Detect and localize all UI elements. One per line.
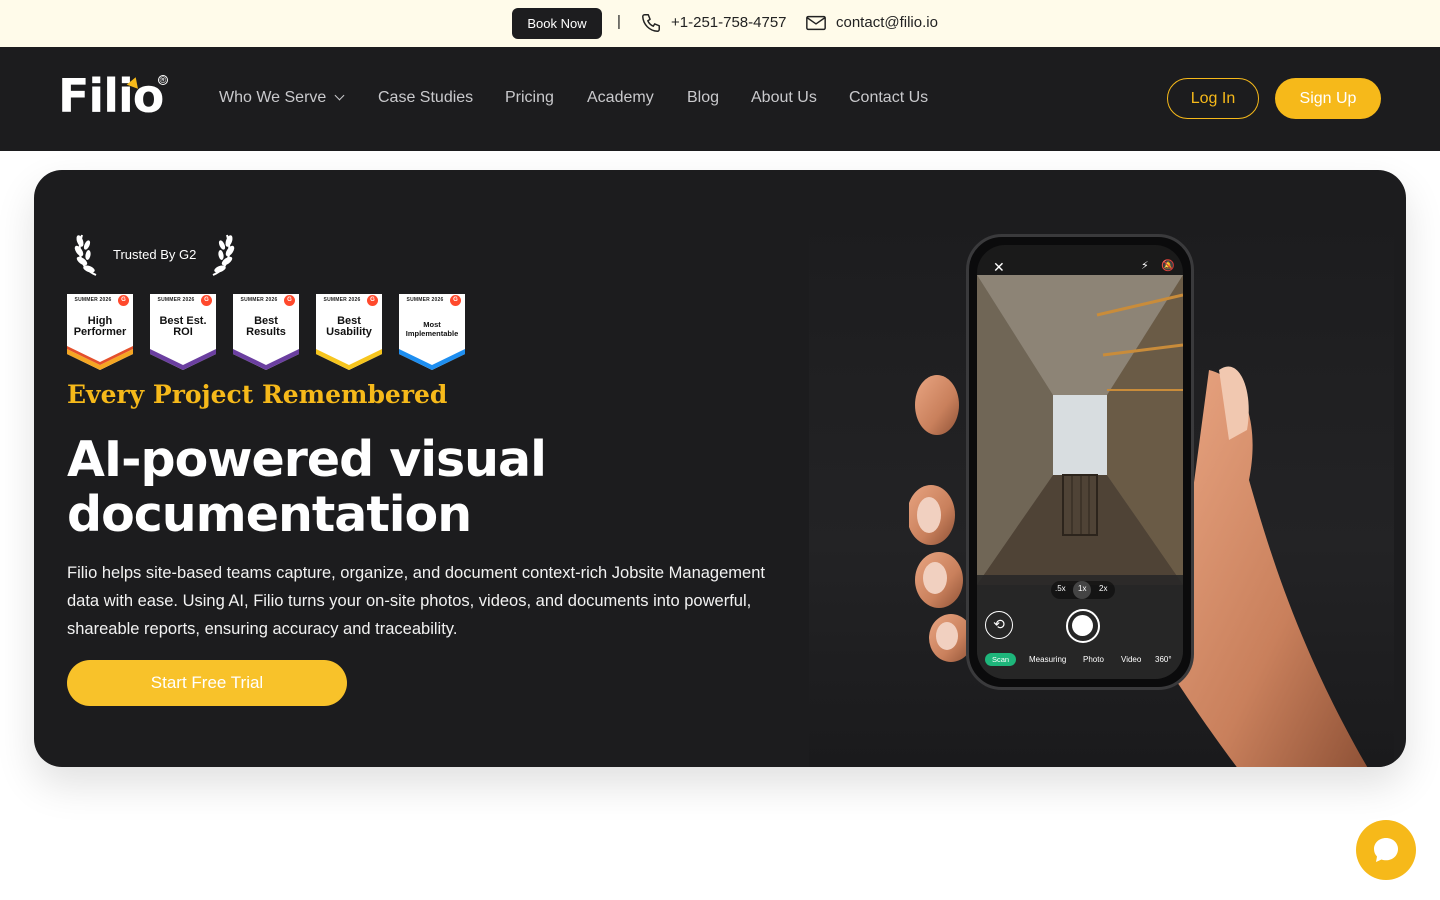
hero-description: Filio helps site-based teams capture, or…: [67, 564, 765, 638]
mode-scan[interactable]: Scan: [985, 653, 1016, 666]
badge-title: Most Implementable: [405, 320, 459, 338]
mode-photo[interactable]: Photo: [1083, 655, 1104, 664]
nav-about-us[interactable]: About Us: [751, 89, 817, 107]
mail-icon: [806, 15, 826, 31]
nav-case-studies[interactable]: Case Studies: [378, 89, 473, 107]
chat-widget-button[interactable]: [1356, 820, 1416, 880]
mode-measuring[interactable]: Measuring: [1029, 655, 1066, 664]
phone-icon: [642, 14, 660, 32]
hero-eyebrow: Every Project Remembered: [67, 380, 448, 409]
g2-logo-icon: G: [284, 295, 295, 306]
nav-academy[interactable]: Academy: [587, 89, 654, 107]
hero-phone-image: ✕ ⚡ 🔕 .5x 1x 2x ⟲ Scan Measuring Photo V…: [809, 210, 1394, 767]
phone-frame: ✕ ⚡ 🔕 .5x 1x 2x ⟲ Scan Measuring Photo V…: [966, 234, 1194, 690]
main-nav: Filio ® Who We Serve Case Studies Pricin…: [0, 47, 1440, 151]
g2-logo-icon: G: [201, 295, 212, 306]
badge-title: Best Results: [246, 315, 286, 338]
chat-icon: [1374, 838, 1398, 862]
filio-logo[interactable]: Filio ®: [58, 69, 170, 123]
g2-badge-best-results: SUMMER 2026 G Best Results: [233, 294, 299, 370]
g2-badge-best-usability: SUMMER 2026 G Best Usability: [316, 294, 382, 370]
mute-icon[interactable]: 🔕: [1161, 259, 1175, 272]
badge-season: SUMMER 2026: [240, 297, 278, 303]
nav-who-we-serve-label: Who We Serve: [219, 89, 327, 106]
badge-season: SUMMER 2026: [323, 297, 361, 303]
g2-badge-most-implementable: SUMMER 2026 G Most Implementable: [399, 294, 465, 370]
g2-badge-best-est-roi: SUMMER 2026 G Best Est. ROI: [150, 294, 216, 370]
logo-wordmark: Filio: [58, 69, 164, 123]
g2-logo-icon: G: [118, 295, 129, 306]
announcement-bar: Book Now | +1-251-758-4757 contact@filio…: [0, 0, 1440, 47]
g2-logo-icon: G: [367, 295, 378, 306]
shutter-inner: [1072, 615, 1093, 636]
nav-contact-us[interactable]: Contact Us: [849, 89, 928, 107]
start-free-trial-button[interactable]: Start Free Trial: [67, 660, 347, 706]
shutter-button[interactable]: [1066, 609, 1100, 643]
chevron-down-icon: [334, 90, 345, 101]
badge-title: Best Usability: [326, 315, 372, 338]
flash-off-icon[interactable]: ⚡: [1141, 259, 1149, 272]
badge-season: SUMMER 2026: [74, 297, 112, 303]
zoom-1x[interactable]: 1x: [1078, 580, 1086, 598]
phone-link[interactable]: +1-251-758-4757: [671, 14, 787, 31]
registered-mark: ®: [158, 75, 168, 85]
log-in-button[interactable]: Log In: [1167, 78, 1259, 119]
trusted-by-g2: Trusted By G2: [113, 247, 197, 262]
topbar-separator: |: [617, 13, 621, 30]
corridor-illustration: [977, 275, 1183, 585]
badge-title: Best Est. ROI: [159, 315, 207, 338]
nav-pricing[interactable]: Pricing: [505, 89, 554, 107]
mode-video[interactable]: Video: [1121, 655, 1141, 664]
laurel-left-icon: [74, 234, 97, 276]
email-link[interactable]: contact@filio.io: [836, 14, 938, 31]
zoom-2x[interactable]: 2x: [1099, 580, 1107, 598]
construction-photo: [977, 275, 1183, 585]
badge-season: SUMMER 2026: [157, 297, 195, 303]
g2-logo-icon: G: [450, 295, 461, 306]
flip-camera-icon[interactable]: ⟲: [985, 611, 1013, 639]
hero-headline: AI-powered visual documentation: [67, 431, 547, 543]
g2-badge-high-performer: SUMMER 2026 G High Performer: [67, 294, 133, 370]
mode-360[interactable]: 360°: [1155, 655, 1172, 664]
nav-who-we-serve[interactable]: Who We Serve: [219, 89, 345, 107]
zoom-0-5x[interactable]: .5x: [1055, 580, 1066, 598]
badge-title: High Performer: [73, 315, 127, 338]
nav-blog[interactable]: Blog: [687, 89, 719, 107]
badge-season: SUMMER 2026: [406, 297, 444, 303]
phone-screen: ✕ ⚡ 🔕 .5x 1x 2x ⟲ Scan Measuring Photo V…: [977, 245, 1183, 679]
laurel-right-icon: [212, 234, 235, 276]
book-now-button[interactable]: Book Now: [512, 8, 602, 39]
close-icon[interactable]: ✕: [993, 259, 1005, 276]
hero-section: Trusted By G2 SUMMER 2026 G High Perform…: [34, 170, 1406, 767]
sign-up-button[interactable]: Sign Up: [1275, 78, 1381, 119]
